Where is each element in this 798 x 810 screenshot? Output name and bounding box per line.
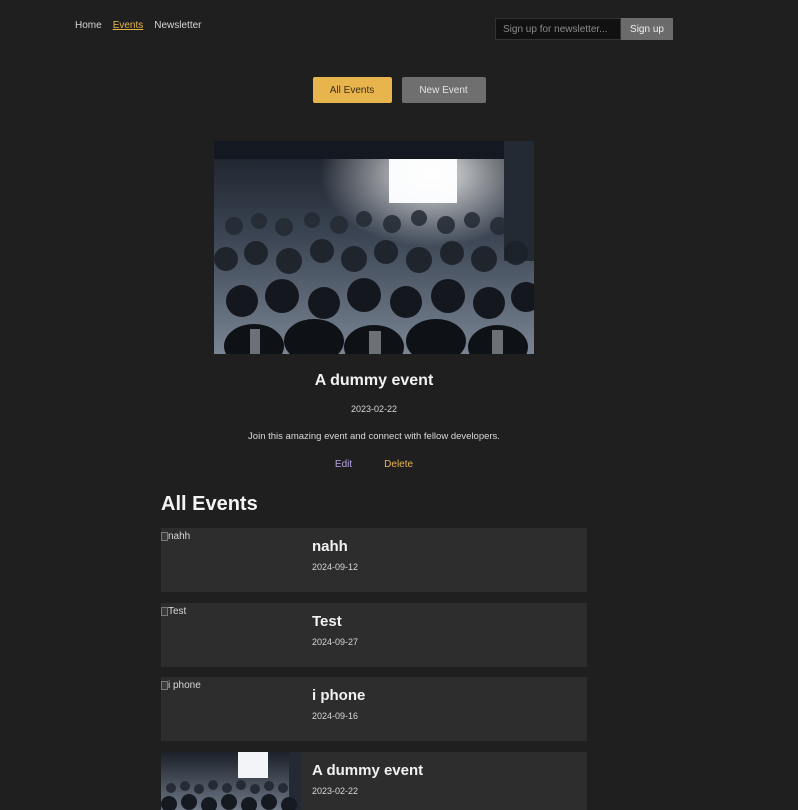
all-events-button[interactable]: All Events: [312, 77, 392, 103]
audience-photo-thumbnail: [161, 752, 301, 810]
newsletter-email-input[interactable]: [495, 18, 621, 40]
edit-event-link[interactable]: Edit: [335, 459, 352, 470]
event-card[interactable]: nahh nahh 2024-09-12: [161, 528, 587, 592]
event-image-alt: Test: [168, 606, 187, 617]
event-card[interactable]: i phone i phone 2024-09-16: [161, 677, 587, 741]
nav-home-link[interactable]: Home: [75, 20, 102, 31]
broken-image-placeholder: nahh: [161, 531, 190, 542]
event-image-alt: nahh: [168, 531, 191, 542]
event-info: i phone 2024-09-16: [301, 677, 365, 741]
featured-event-image: [214, 141, 534, 354]
top-bar: Home Events Newsletter Sign up: [0, 0, 798, 56]
newsletter-signup-button[interactable]: Sign up: [621, 18, 673, 40]
event-date: 2024-09-12: [312, 562, 359, 572]
event-title: A dummy event: [312, 762, 424, 779]
newsletter-form: Sign up: [495, 18, 673, 40]
event-date: 2024-09-27: [312, 637, 359, 647]
main-nav: Home Events Newsletter: [75, 20, 213, 31]
event-date: 2023-02-22: [312, 786, 359, 796]
new-event-button[interactable]: New Event: [401, 77, 486, 103]
event-thumbnail: [161, 752, 301, 810]
event-tabs: All Events New Event: [0, 77, 798, 103]
nav-events-link[interactable]: Events: [113, 20, 144, 31]
event-thumbnail: nahh: [161, 528, 301, 592]
event-thumbnail: Test: [161, 603, 301, 667]
featured-event-title: A dummy event: [314, 372, 434, 389]
delete-event-link[interactable]: Delete: [384, 459, 413, 470]
broken-image-placeholder: Test: [161, 606, 186, 617]
event-date: 2024-09-16: [312, 711, 359, 721]
audience-photo: [214, 141, 534, 354]
nav-newsletter-link[interactable]: Newsletter: [154, 20, 201, 31]
event-info: Test 2024-09-27: [301, 603, 358, 667]
event-title: i phone: [312, 687, 366, 704]
event-card[interactable]: Test Test 2024-09-27: [161, 603, 587, 667]
featured-event-description: Join this amazing event and connect with…: [248, 431, 500, 442]
event-card[interactable]: A dummy event 2023-02-22: [161, 752, 587, 810]
all-events-heading: All Events: [161, 493, 258, 515]
event-title: Test: [312, 613, 342, 630]
featured-event-actions: Edit Delete: [0, 459, 748, 470]
event-info: A dummy event 2023-02-22: [301, 752, 423, 810]
event-info: nahh 2024-09-12: [301, 528, 358, 592]
broken-image-icon: [161, 532, 168, 541]
event-image-alt: i phone: [168, 680, 201, 691]
event-thumbnail: i phone: [161, 677, 301, 741]
broken-image-icon: [161, 607, 168, 616]
event-title: nahh: [312, 538, 348, 555]
broken-image-icon: [161, 681, 168, 690]
broken-image-placeholder: i phone: [161, 680, 201, 691]
featured-event-date: 2023-02-22: [350, 404, 398, 414]
